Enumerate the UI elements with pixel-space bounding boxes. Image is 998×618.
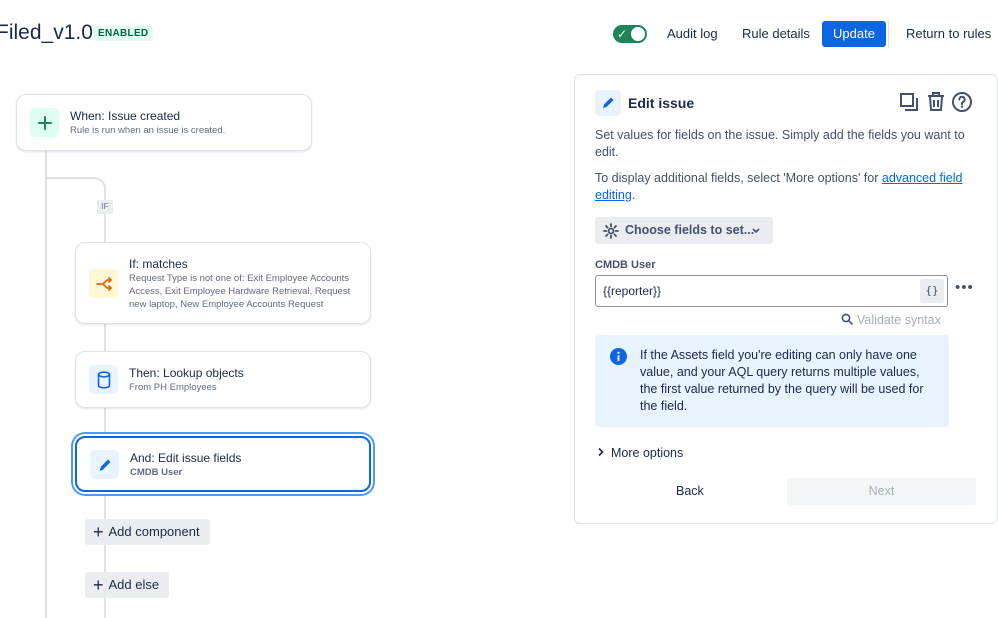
plus-icon xyxy=(30,108,59,137)
add-component-label: Add component xyxy=(108,524,200,539)
condition-subtitle-line: Request Type is not one of: Exit Employe… xyxy=(129,273,350,284)
desc-suffix: . xyxy=(631,188,636,202)
add-component-button[interactable]: + Add component xyxy=(85,519,210,545)
cmdb-user-label: CMDB User xyxy=(595,259,656,271)
gear-icon xyxy=(603,222,619,249)
rule-details-button[interactable]: Rule details xyxy=(742,21,810,47)
chevron-right-icon xyxy=(598,447,604,457)
search-icon xyxy=(841,313,853,325)
info-icon xyxy=(610,348,627,370)
info-text: If the Assets field you're editing can o… xyxy=(640,348,924,413)
rule-title: Filed_v1.0 xyxy=(0,21,93,44)
rule-enabled-toggle[interactable]: ✓ xyxy=(613,25,647,43)
more-actions-icon[interactable]: ••• xyxy=(955,279,974,296)
trigger-card[interactable]: When: Issue created Rule is run when an … xyxy=(16,94,312,151)
plus-icon: + xyxy=(93,522,104,542)
cmdb-user-input[interactable]: {{reporter}} {} xyxy=(595,275,948,307)
edit-issue-panel: Edit issue Set values for fields on the … xyxy=(574,74,998,524)
header-divider xyxy=(888,20,889,48)
toggle-knob xyxy=(631,27,645,41)
panel-description-advanced: To display additional fields, select 'Mo… xyxy=(595,170,975,204)
lookup-card[interactable]: Then: Lookup objects From PH Employees xyxy=(75,351,371,408)
choose-fields-label: Choose fields to set... xyxy=(625,223,755,237)
audit-log-button[interactable]: Audit log xyxy=(667,21,718,47)
pencil-icon xyxy=(595,90,621,116)
back-button[interactable]: Back xyxy=(676,484,704,498)
branch-icon xyxy=(89,269,118,298)
more-options-label: More options xyxy=(611,446,684,460)
if-tag: IF xyxy=(97,200,113,214)
condition-subtitle-line: new laptop, New Employee Accounts Reques… xyxy=(129,299,324,310)
trigger-title: When: Issue created xyxy=(70,109,181,123)
smart-value-button[interactable]: {} xyxy=(920,279,944,303)
add-else-button[interactable]: + Add else xyxy=(85,572,170,598)
add-else-label: Add else xyxy=(108,577,160,592)
edit-title: And: Edit issue fields xyxy=(130,451,242,465)
lookup-subtitle: From PH Employees xyxy=(129,382,217,393)
edit-subtitle: CMDB User xyxy=(130,467,183,478)
validate-syntax-button[interactable]: Validate syntax xyxy=(841,313,941,327)
edit-issue-card[interactable]: And: Edit issue fields CMDB User xyxy=(75,436,371,492)
main-connector-line xyxy=(45,150,47,618)
lookup-title: Then: Lookup objects xyxy=(129,366,244,380)
desc-prefix: To display additional fields, select 'Mo… xyxy=(595,171,882,185)
pencil-icon xyxy=(90,450,119,479)
chevron-down-icon xyxy=(751,217,761,254)
check-icon: ✓ xyxy=(617,27,628,41)
database-icon xyxy=(89,365,118,394)
next-button[interactable]: Next xyxy=(787,478,976,505)
panel-description: Set values for fields on the issue. Simp… xyxy=(595,128,965,159)
return-to-rules-button[interactable]: Return to rules xyxy=(906,21,991,47)
condition-card[interactable]: If: matches Request Type is not one of: … xyxy=(75,242,371,324)
more-options-toggle[interactable]: More options xyxy=(597,446,683,460)
help-icon[interactable] xyxy=(951,91,973,118)
condition-subtitle-line: Access, Exit Employee Hardware Retrieval… xyxy=(129,286,351,297)
duplicate-icon[interactable] xyxy=(899,92,919,117)
plus-icon: + xyxy=(93,575,104,595)
trash-icon[interactable] xyxy=(926,91,946,117)
status-badge: ENABLED xyxy=(93,26,154,41)
panel-title: Edit issue xyxy=(628,95,695,111)
condition-subtitle: Request Type is not one of: Exit Employe… xyxy=(129,272,350,311)
condition-title: If: matches xyxy=(129,257,188,271)
update-button[interactable]: Update xyxy=(822,21,886,47)
cmdb-user-value: {{reporter}} xyxy=(603,284,662,298)
validate-syntax-label: Validate syntax xyxy=(857,313,941,327)
trigger-subtitle: Rule is run when an issue is created. xyxy=(70,125,226,136)
choose-fields-dropdown[interactable]: Choose fields to set... xyxy=(595,217,773,244)
info-message: If the Assets field you're editing can o… xyxy=(595,335,949,427)
